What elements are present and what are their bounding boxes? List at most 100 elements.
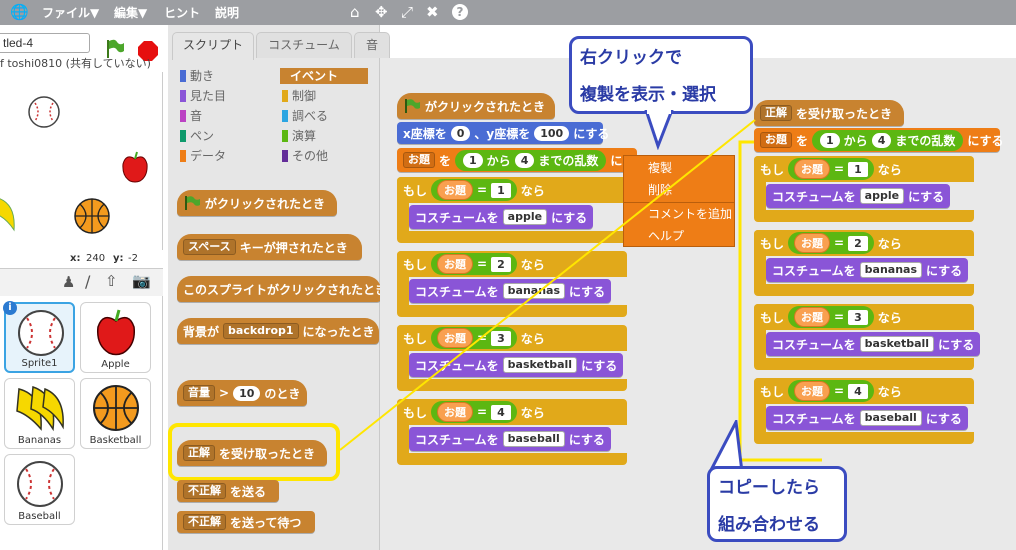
category-sensing[interactable]: 調べる xyxy=(282,108,328,124)
choose-sprite-icon[interactable]: ♟ xyxy=(62,273,75,291)
if-block[interactable]: もし お題 = 1 なら コスチュームを apple にする xyxy=(397,177,637,243)
block-switch-costume[interactable]: コスチュームを baseball にする xyxy=(766,406,968,430)
menu-item-add-comment[interactable]: コメントを追加 xyxy=(648,204,732,224)
volume-value[interactable]: 10 xyxy=(233,385,261,401)
if-header[interactable]: もし お題 = 3 なら xyxy=(397,325,551,351)
stage[interactable] xyxy=(0,72,163,250)
if-header[interactable]: もし お題 = 4 なら xyxy=(754,378,908,404)
category-looks[interactable]: 見た目 xyxy=(180,88,226,104)
random-to[interactable]: 4 xyxy=(871,132,892,148)
category-control[interactable]: 制御 xyxy=(282,88,316,104)
category-data[interactable]: データ xyxy=(180,148,226,164)
compare-value[interactable]: 2 xyxy=(848,235,868,251)
if-header[interactable]: もし お題 = 1 なら xyxy=(397,177,551,203)
variable-reporter[interactable]: お題 xyxy=(794,233,831,253)
compare-value[interactable]: 4 xyxy=(848,383,868,399)
compare-value[interactable]: 3 xyxy=(848,309,868,325)
equals-operator[interactable]: お題 = 3 xyxy=(431,327,517,349)
menu-item-help[interactable]: ヘルプ xyxy=(648,226,684,246)
random-from[interactable]: 1 xyxy=(463,152,483,168)
compare-value[interactable]: 1 xyxy=(848,161,868,177)
block-switch-costume[interactable]: コスチュームを basketball にする xyxy=(766,332,981,356)
key-dropdown[interactable]: スペース xyxy=(183,239,236,255)
y-value[interactable]: 100 xyxy=(534,125,570,141)
equals-operator[interactable]: お題 = 4 xyxy=(431,401,517,423)
if-header[interactable]: もし お題 = 4 なら xyxy=(397,399,551,425)
costume-dropdown[interactable]: bananas xyxy=(859,262,923,278)
if-header[interactable]: もし お題 = 2 なら xyxy=(754,230,908,256)
upload-sprite-icon[interactable]: ⇧ xyxy=(105,272,118,290)
variable-dropdown[interactable]: お題 xyxy=(403,152,435,168)
category-more[interactable]: その他 xyxy=(282,148,328,164)
variable-reporter[interactable]: お題 xyxy=(437,254,474,274)
paint-sprite-icon[interactable]: / xyxy=(85,272,90,291)
if-block[interactable]: もし お題 = 3 なら コスチュームを basketball にする xyxy=(397,325,637,391)
variable-reporter[interactable]: お題 xyxy=(794,159,831,179)
camera-icon[interactable]: 📷 xyxy=(132,272,151,290)
tab-sounds[interactable]: 音 xyxy=(354,32,390,58)
if-block[interactable]: もし お題 = 2 なら コスチュームを bananas にする xyxy=(397,251,637,317)
compare-value[interactable]: 1 xyxy=(491,182,511,198)
block-when-flag-clicked[interactable]: がクリックされたとき xyxy=(177,190,337,216)
block-when-receive[interactable]: 正解 を受け取ったとき xyxy=(754,100,904,126)
compare-value[interactable]: 3 xyxy=(491,330,511,346)
if-block[interactable]: もし お題 = 2 なら コスチュームを bananas にする xyxy=(754,230,984,296)
sprite-thumb[interactable]: i Sprite1 xyxy=(3,301,75,373)
tab-costumes[interactable]: コスチューム xyxy=(256,32,352,58)
if-header[interactable]: もし お題 = 3 なら xyxy=(754,304,908,330)
project-title-field[interactable] xyxy=(0,33,90,53)
if-block[interactable]: もし お題 = 4 なら コスチュームを baseball にする xyxy=(754,378,984,444)
x-value[interactable]: 0 xyxy=(450,125,471,141)
cut-icon[interactable]: ✥ xyxy=(375,3,388,21)
category-motion[interactable]: 動き xyxy=(180,68,214,84)
variable-reporter[interactable]: お題 xyxy=(437,328,474,348)
block-set-variable[interactable]: お題 を 1 から 4 までの乱数 にする xyxy=(397,148,646,172)
variable-reporter[interactable]: お題 xyxy=(794,381,831,401)
grow-icon[interactable]: ⤢ xyxy=(401,3,413,21)
equals-operator[interactable]: お題 = 2 xyxy=(431,253,517,275)
category-sound[interactable]: 音 xyxy=(180,108,202,124)
block-switch-costume[interactable]: コスチュームを apple にする xyxy=(766,184,951,208)
block-when-key-pressed[interactable]: スペース キーが押されたとき xyxy=(177,234,362,260)
block-when-backdrop[interactable]: 背景が backdrop1 になったとき xyxy=(177,318,379,344)
sprite-thumb[interactable]: Apple xyxy=(80,302,151,373)
costume-dropdown[interactable]: apple xyxy=(859,188,905,204)
random-from[interactable]: 1 xyxy=(820,132,840,148)
costume-dropdown[interactable]: basketball xyxy=(502,357,578,373)
costume-dropdown[interactable]: basketball xyxy=(859,336,935,352)
message-dropdown[interactable]: 正解 xyxy=(760,105,792,121)
block-switch-costume[interactable]: コスチュームを bananas にする xyxy=(766,258,969,282)
block-broadcast[interactable]: 不正解 を送る xyxy=(177,480,279,502)
block-when-volume[interactable]: 音量 > 10 のとき xyxy=(177,380,307,406)
tab-scripts[interactable]: スクリプト xyxy=(172,32,254,60)
variable-reporter[interactable]: お題 xyxy=(794,307,831,327)
menu-file[interactable]: ファイル▼ xyxy=(42,4,99,21)
category-pen[interactable]: ペン xyxy=(180,128,214,144)
block-switch-costume[interactable]: コスチュームを apple にする xyxy=(409,205,594,229)
backdrop-dropdown[interactable]: backdrop1 xyxy=(223,323,299,339)
equals-operator[interactable]: お題 = 4 xyxy=(788,380,874,402)
category-operators[interactable]: 演算 xyxy=(282,128,316,144)
if-header[interactable]: もし お題 = 2 なら xyxy=(397,251,551,277)
block-when-flag-clicked[interactable]: がクリックされたとき xyxy=(397,93,555,119)
menu-hint[interactable]: ヒント xyxy=(164,4,200,21)
menu-item-duplicate[interactable]: 複製 xyxy=(648,158,672,178)
costume-dropdown[interactable]: apple xyxy=(502,209,548,225)
menu-item-delete[interactable]: 削除 xyxy=(648,180,672,200)
block-set-variable[interactable]: お題 を 1 から 4 までの乱数 にする xyxy=(754,128,1003,152)
sprite-thumb[interactable]: Bananas xyxy=(4,378,75,449)
random-operator[interactable]: 1 から 4 までの乱数 xyxy=(812,129,964,151)
stamp-icon[interactable]: ⌂ xyxy=(350,3,360,21)
info-icon[interactable]: i xyxy=(3,301,17,315)
if-block[interactable]: もし お題 = 3 なら コスチュームを basketball にする xyxy=(754,304,984,370)
block-broadcast-wait[interactable]: 不正解 を送って待つ xyxy=(177,511,315,533)
costume-dropdown[interactable]: baseball xyxy=(859,410,922,426)
block-switch-costume[interactable]: コスチュームを baseball にする xyxy=(409,427,611,451)
if-block[interactable]: もし お題 = 4 なら コスチュームを baseball にする xyxy=(397,399,637,465)
block-when-sprite-clicked[interactable]: このスプライトがクリックされたとき xyxy=(177,276,381,302)
menu-edit[interactable]: 編集▼ xyxy=(114,4,147,21)
equals-operator[interactable]: お題 = 3 xyxy=(788,306,874,328)
variable-dropdown[interactable]: お題 xyxy=(760,132,792,148)
if-header[interactable]: もし お題 = 1 なら xyxy=(754,156,908,182)
random-to[interactable]: 4 xyxy=(514,152,535,168)
